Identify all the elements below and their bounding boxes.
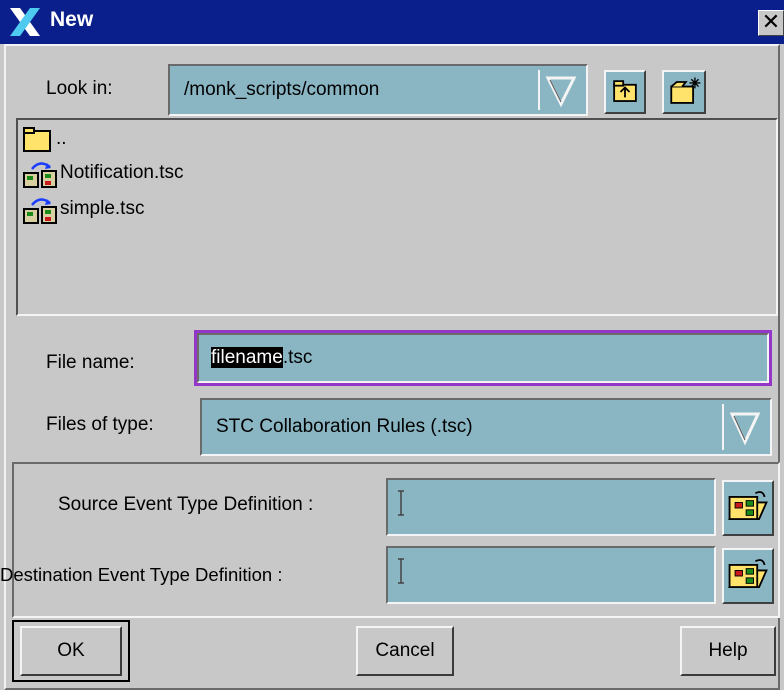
title-bar[interactable]: New ✕ (0, 0, 784, 44)
up-one-level-button[interactable] (604, 70, 646, 114)
up-one-level-icon (613, 80, 637, 102)
file-name-label: File name: (46, 352, 135, 373)
list-item-parent-folder[interactable]: .. (22, 122, 67, 156)
ok-button[interactable]: OK (20, 626, 122, 676)
browse-folder-icon (728, 559, 768, 588)
source-etd-label: Source Event Type Definition : (58, 494, 314, 515)
cancel-button[interactable]: Cancel (356, 626, 454, 676)
file-name-extension: .tsc (282, 347, 313, 368)
dropdown-arrow-icon[interactable] (722, 404, 766, 450)
look-in-dropdown[interactable]: /monk_scripts/common (168, 64, 588, 116)
folder-icon (23, 127, 51, 152)
collaboration-file-icon (23, 198, 57, 224)
new-folder-button[interactable] (662, 70, 706, 114)
source-etd-input[interactable] (386, 478, 716, 536)
list-item-label: .. (56, 128, 67, 149)
files-of-type-value: STC Collaboration Rules (.tsc) (216, 416, 473, 437)
look-in-value: /monk_scripts/common (184, 79, 380, 100)
create-new-folder-icon (670, 77, 701, 104)
close-button[interactable]: ✕ (758, 10, 784, 36)
files-of-type-label: Files of type: (46, 414, 154, 435)
file-name-input[interactable]: filename.tsc (197, 333, 769, 383)
destination-etd-label: Destination Event Type Definition : (0, 564, 283, 585)
files-of-type-dropdown[interactable]: STC Collaboration Rules (.tsc) (200, 398, 772, 456)
text-cursor-icon (398, 558, 404, 584)
destination-etd-browse-button[interactable] (722, 548, 774, 604)
file-list[interactable]: .. Notification.tsc simple.tsc (16, 118, 778, 316)
look-in-label: Look in: (46, 78, 113, 99)
text-cursor-icon (398, 490, 404, 516)
window-title: New (50, 8, 94, 31)
help-button[interactable]: Help (680, 626, 776, 676)
list-item-file[interactable]: simple.tsc (22, 192, 144, 226)
list-item-label: simple.tsc (60, 198, 145, 219)
dropdown-arrow-icon[interactable] (538, 70, 582, 110)
collaboration-file-icon (23, 162, 57, 188)
x-logo-icon (10, 8, 40, 36)
destination-etd-input[interactable] (386, 546, 716, 604)
browse-folder-icon (728, 491, 768, 520)
list-item-label: Notification.tsc (60, 162, 184, 183)
selected-text: filename (211, 347, 283, 368)
source-etd-browse-button[interactable] (722, 480, 774, 536)
list-item-file[interactable]: Notification.tsc (22, 156, 184, 190)
